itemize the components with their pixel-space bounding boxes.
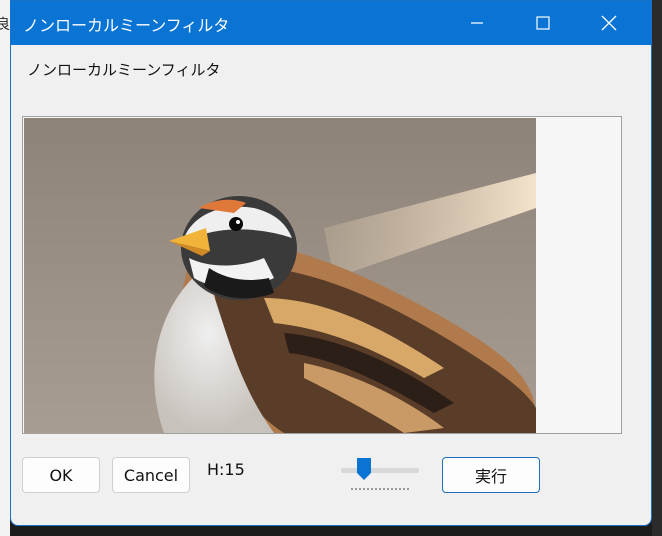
maximize-button[interactable] (510, 1, 576, 45)
h-value-label: H:15 (207, 460, 245, 479)
maximize-icon (536, 16, 550, 30)
window-title: ノンローカルミーンフィルタ (23, 16, 230, 35)
preview-image (24, 118, 536, 433)
filter-label: ノンローカルミーンフィルタ (27, 61, 221, 79)
slider-thumb-icon (357, 458, 372, 480)
ok-button[interactable]: OK (22, 457, 100, 493)
close-icon (601, 15, 617, 31)
slider-thumb[interactable] (357, 458, 372, 480)
background-window: 良 (0, 0, 10, 536)
minimize-button[interactable] (444, 1, 510, 45)
title-bar[interactable]: ノンローカルミーンフィルタ (11, 1, 651, 45)
slider-ticks (351, 488, 411, 490)
h-slider[interactable] (341, 456, 423, 494)
minimize-icon (471, 22, 483, 24)
cancel-button[interactable]: Cancel (112, 457, 190, 493)
background-area (652, 0, 662, 536)
run-button[interactable]: 実行 (442, 457, 540, 493)
image-preview-frame (22, 116, 622, 434)
background-text: 良 (0, 17, 10, 33)
sparrow-photo (24, 118, 536, 433)
dialog-window: ノンローカルミーンフィルタ ノンローカルミーンフィルタ OK Cancel H:… (10, 0, 652, 526)
slider-track[interactable] (341, 468, 419, 473)
close-button[interactable] (576, 1, 642, 45)
